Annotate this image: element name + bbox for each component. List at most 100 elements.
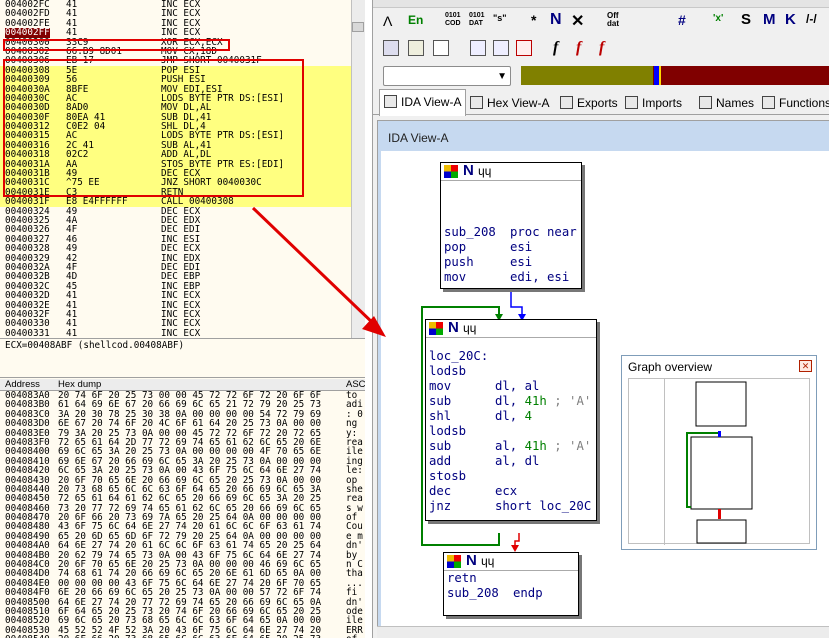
tab-hex-view-a[interactable]: Hex View-A (466, 91, 553, 115)
windows-3-icon[interactable] (516, 40, 532, 56)
dump-col-address[interactable]: Address (5, 379, 40, 390)
code-operand: dl, (495, 409, 525, 423)
code-line[interactable]: lodsb (429, 364, 593, 379)
hash-icon[interactable]: # (678, 12, 686, 28)
asterisk-icon[interactable]: * (531, 12, 536, 28)
nav-band-data-region (521, 66, 653, 85)
calculator-icon[interactable] (383, 40, 399, 56)
strings-icon[interactable]: "s" (493, 13, 507, 23)
segment-combobox[interactable]: ▼ (383, 66, 511, 86)
code-mnemonic: sub (429, 439, 452, 453)
tab-bar: IDA View-A Hex View-A Exports Imports Names F… (373, 88, 829, 116)
function-edit-icon[interactable]: f (576, 39, 581, 57)
node-header: Nɥɥ (426, 319, 596, 338)
code-line[interactable]: sub dl, 41h ; 'A' (429, 394, 593, 409)
code-line[interactable]: lodsb (429, 424, 593, 439)
dump-col-ascii[interactable]: ASC (346, 379, 365, 390)
node-entry-code: sub_208 proc near pop esi push esi mov edi, esi (441, 181, 581, 285)
tab-label: Functions (779, 96, 829, 110)
function-end-icon[interactable]: f (599, 39, 604, 57)
color-grid-icon (444, 165, 458, 178)
graph-node-entry[interactable]: Nɥɥ sub_208 proc near pop esi push esi mov edi,… (440, 162, 582, 289)
tab-names[interactable]: Names (695, 91, 758, 115)
code-line[interactable]: mov edi, esi (444, 270, 578, 285)
dump-col-hex[interactable]: Hex dump (58, 379, 101, 390)
segment-k-button[interactable]: K (785, 11, 796, 28)
node-header: Nɥɥ (444, 552, 578, 571)
code-line[interactable]: stosb (429, 469, 593, 484)
toolbar-row-top (373, 0, 829, 8)
data-button[interactable]: 0101 DAT (469, 12, 487, 28)
node-header: Nɥɥ (441, 162, 581, 181)
code-line[interactable]: jnz short loc_20C (429, 499, 593, 514)
tab-functions[interactable]: Functions (758, 91, 829, 115)
hex-dump[interactable]: 004083A0 20 74 6F 20 25 73 00 00 45 72 72… (0, 391, 365, 638)
graph-hscrollbar[interactable] (377, 626, 829, 638)
tab-label: IDA View-A (401, 95, 462, 109)
code-line[interactable]: dec ecx (429, 484, 593, 499)
nav-band-cursor (659, 66, 661, 85)
disassembly-scroll-thumb[interactable] (352, 22, 364, 32)
segment-s-button[interactable]: S (741, 11, 751, 28)
graph-canvas[interactable]: Nɥɥ sub_208 proc near pop esi push esi mov edi,… (381, 151, 829, 629)
code-immediate: 41h (524, 439, 547, 453)
code-immediate: 4 (524, 409, 533, 423)
code-mnemonic: lodsb (429, 364, 467, 378)
function-button[interactable]: f (553, 39, 558, 57)
windows-2-icon[interactable] (493, 40, 509, 56)
code-line[interactable]: sub_208 proc near (444, 225, 578, 240)
graph-overview-title: Graph overview (628, 360, 713, 374)
code-operand: ecx (495, 484, 518, 498)
xref-icon: ɥɥ (463, 321, 477, 335)
code-mnemonic: retn (447, 571, 477, 585)
windows-icon[interactable] (470, 40, 486, 56)
ida-pane: Ʌ En 0101 COD 0101 DAT "s" * N ✕ Off dat… (372, 0, 829, 638)
code-comment: ; 'A' (546, 439, 592, 453)
code-line[interactable]: sub_208 endp (447, 586, 575, 601)
tab-label: Imports (642, 96, 683, 110)
code-line[interactable]: retn (447, 571, 575, 586)
code-operand: dl, (495, 394, 525, 408)
code-line[interactable]: shl dl, 4 (429, 409, 593, 424)
overview-area[interactable] (628, 378, 810, 545)
code-line[interactable]: pop esi (444, 240, 578, 255)
tab-exports[interactable]: Exports (556, 91, 622, 115)
graph-node-exit[interactable]: Nɥɥ retn sub_208 endp (443, 552, 579, 616)
image-icon[interactable] (408, 40, 424, 56)
code-operand: esi (510, 255, 533, 269)
close-icon[interactable]: ✕ (799, 360, 812, 372)
navigation-band[interactable] (521, 66, 829, 85)
graph-node-loop[interactable]: Nɥɥ loc_20C: lodsb mov dl, al sub dl, 41h ; '… (425, 319, 597, 521)
code-line[interactable]: add al, dl (429, 454, 593, 469)
code-mnemonic: push (444, 255, 474, 269)
code-mnemonic: sub (429, 394, 452, 408)
code-line[interactable]: push esi (444, 255, 578, 270)
code-line[interactable]: sub al, 41h ; 'A' (429, 439, 593, 454)
anchor-icon[interactable]: Ʌ (383, 13, 397, 29)
code-line[interactable]: mov dl, al (429, 379, 593, 394)
tab-imports[interactable]: Imports (621, 91, 686, 115)
names-button[interactable]: N (550, 11, 562, 29)
tab-ida-view-a[interactable]: IDA View-A (379, 89, 467, 116)
en-button[interactable]: En (408, 13, 423, 27)
tab-label: Hex View-A (487, 96, 550, 110)
offset-button[interactable]: Off dat (607, 12, 627, 28)
list-icon[interactable] (433, 40, 449, 56)
names-icon: N (448, 319, 459, 336)
code-mnemonic: mov (429, 379, 452, 393)
segment-m-button[interactable]: M (763, 11, 776, 28)
undefine-icon[interactable]: ✕ (571, 11, 584, 31)
char-icon[interactable]: 'x' (713, 13, 723, 24)
node-loop-code: loc_20C: lodsb mov dl, al sub dl, 41h ; 'A' sh… (426, 338, 596, 514)
color-grid-icon (429, 322, 443, 335)
code-mnemonic: shl (429, 409, 452, 423)
names-icon: N (466, 552, 477, 569)
code-label[interactable]: loc_20C: (429, 349, 593, 364)
struct-icon[interactable]: /-/ (806, 12, 817, 26)
code-mnemonic: jnz (429, 499, 452, 513)
code-operand: short loc_20C (495, 499, 592, 513)
graph-overview-panel[interactable]: Graph overview ✕ (621, 355, 817, 550)
code-operand: endp (513, 586, 543, 600)
code-button[interactable]: 0101 COD (445, 12, 463, 28)
disassembly-scrollbar[interactable] (351, 0, 365, 338)
